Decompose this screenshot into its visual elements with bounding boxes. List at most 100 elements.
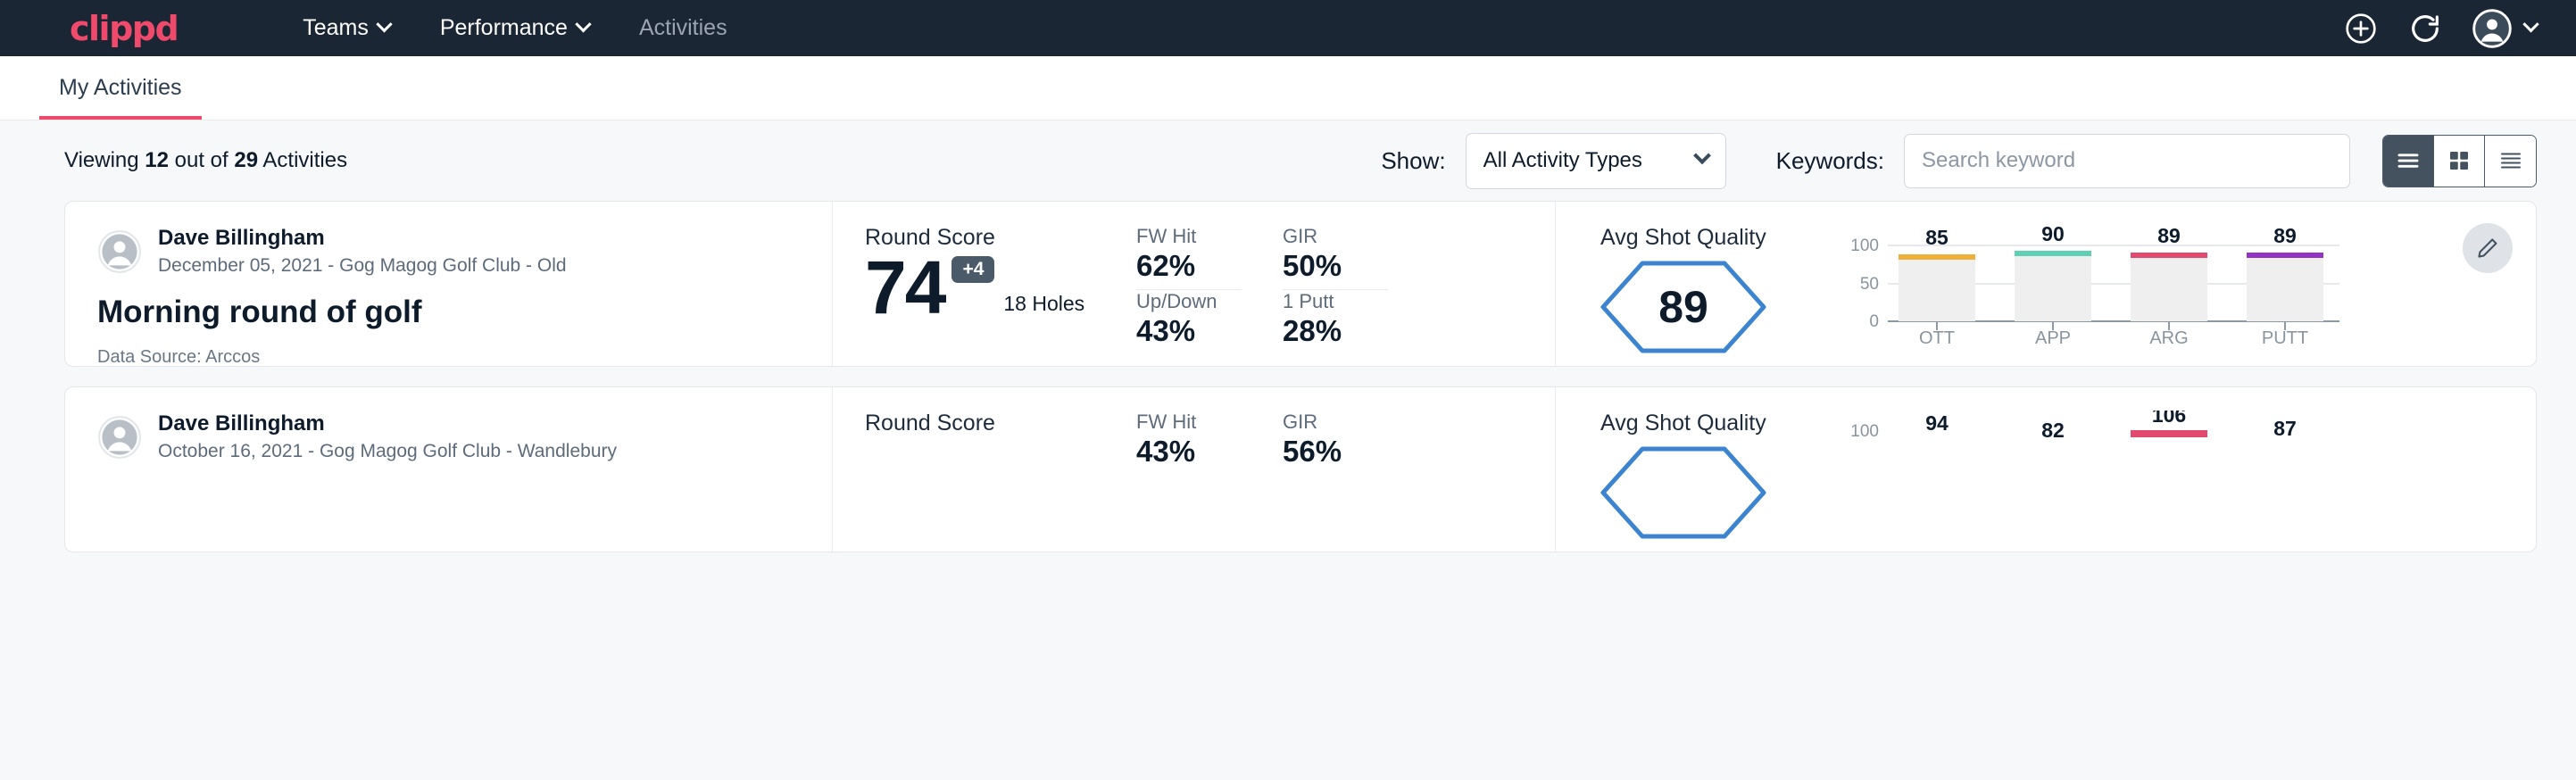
stat-fw-hit: FW Hit 62% [1136, 225, 1242, 290]
activity-title: Morning round of golf [97, 295, 832, 330]
round-score-block: Round Score [833, 387, 1136, 552]
pencil-icon [2475, 236, 2500, 261]
hexagon-gauge [1600, 444, 1824, 546]
avg-shot-quality-label: Avg Shot Quality [1600, 411, 1824, 436]
bar-value-ott: 85 [1925, 226, 1949, 249]
activity-stats-grid: FW Hit 43% GIR 56% [1136, 387, 1556, 552]
account-avatar[interactable] [2472, 8, 2537, 49]
viewing-total: 29 [234, 148, 258, 172]
tab-my-activities[interactable]: My Activities [39, 75, 202, 120]
shot-quality-bar-chart: 100 94 82 106 87 [1824, 411, 2536, 552]
bar-arg: 106 [2131, 411, 2207, 437]
bar-ott: 85 OTT [1899, 226, 1975, 345]
chevron-down-icon [376, 16, 392, 32]
activities-list: Dave Billingham December 05, 2021 - Gog … [0, 201, 2576, 552]
bar-arg: 89 ARG [2131, 225, 2207, 345]
activities-toolbar: Viewing 12 out of 29 Activities Show: Al… [0, 120, 2576, 201]
nav-item-performance-label: Performance [440, 15, 568, 41]
avg-shot-quality-value: 89 [1658, 282, 1708, 332]
viewing-count: 12 [145, 148, 169, 172]
bar-putt: 87 [2273, 417, 2297, 440]
toolbar-controls: Show: All Activity Types Keywords: [1381, 133, 2537, 189]
holes-played: 18 Holes [1003, 292, 1084, 324]
stat-label: Up/Down [1136, 290, 1242, 313]
add-icon[interactable] [2343, 11, 2379, 46]
round-score-label: Round Score [865, 411, 1136, 436]
stat-label: GIR [1283, 411, 1388, 434]
y-tick-50: 50 [1860, 275, 1879, 294]
viewing-prefix: Viewing [64, 148, 145, 172]
nav-item-teams-label: Teams [303, 15, 369, 41]
grid-view-button[interactable] [2434, 136, 2485, 187]
bar-app: 82 [2041, 419, 2065, 442]
bar-value-putt: 89 [2273, 225, 2297, 247]
activity-person: Dave Billingham December 05, 2021 - Gog … [97, 225, 832, 278]
nav-item-activities-label: Activities [639, 15, 727, 41]
search-input[interactable] [1904, 134, 2350, 188]
person-name: Dave Billingham [158, 411, 617, 437]
activity-meta: October 16, 2021 - Gog Magog Golf Club -… [158, 439, 617, 464]
activity-card[interactable]: Dave Billingham December 05, 2021 - Gog … [64, 201, 2537, 367]
refresh-icon[interactable] [2407, 11, 2443, 46]
round-score-value: 74 [865, 253, 944, 324]
tab-my-activities-label: My Activities [59, 75, 182, 100]
bar-value-ott: 94 [1925, 411, 1949, 435]
stat-label: GIR [1283, 225, 1388, 248]
y-tick-0: 0 [1869, 312, 1879, 331]
activity-summary: Dave Billingham December 05, 2021 - Gog … [65, 202, 833, 366]
activity-data-source: Data Source: Arccos [97, 347, 832, 368]
stat-value: 43% [1136, 314, 1242, 348]
bar-chart-svg: 100 50 0 85 OTT [1840, 225, 2348, 345]
chevron-down-icon [2522, 16, 2539, 32]
stat-label: FW Hit [1136, 225, 1242, 248]
bar-ott: 94 [1925, 411, 1949, 435]
detail-view-button[interactable] [2485, 136, 2536, 187]
stat-up-down: Up/Down 43% [1136, 290, 1242, 355]
bar-label-arg: ARG [2149, 328, 2188, 345]
bar-label-ott: OTT [1919, 328, 1955, 345]
bar-value-app: 82 [2041, 419, 2065, 442]
top-navbar: clippd Teams Performance Activities [0, 0, 2576, 56]
person-name: Dave Billingham [158, 225, 567, 252]
nav-item-teams[interactable]: Teams [278, 15, 415, 41]
stat-fw-hit: FW Hit 43% [1136, 411, 1242, 476]
bar-app: 90 APP [2015, 225, 2091, 345]
viewing-count-text: Viewing 12 out of 29 Activities [64, 148, 347, 173]
clippd-logo[interactable]: clippd [70, 12, 178, 46]
avg-shot-quality-hex: Avg Shot Quality [1600, 411, 1824, 552]
tab-bar: My Activities [0, 56, 2576, 120]
show-label: Show: [1381, 147, 1445, 175]
bar-putt: 89 PUTT [2247, 225, 2323, 345]
avatar [97, 229, 142, 274]
activity-card[interactable]: Dave Billingham October 16, 2021 - Gog M… [64, 386, 2537, 552]
viewing-suffix: Activities [258, 148, 347, 172]
round-score-row: 74 +4 18 Holes [865, 253, 1136, 324]
avg-shot-quality-hex: Avg Shot Quality 89 [1600, 225, 1824, 366]
shot-quality-bar-chart: 100 50 0 85 OTT [1824, 225, 2536, 366]
bar-value-app: 90 [2041, 225, 2065, 245]
activity-type-select-value: All Activity Types [1483, 148, 1642, 173]
stat-label: FW Hit [1136, 411, 1242, 434]
activity-summary: Dave Billingham October 16, 2021 - Gog M… [65, 387, 833, 552]
bar-value-putt: 87 [2273, 417, 2297, 440]
nav-item-performance[interactable]: Performance [415, 15, 614, 41]
score-to-par-badge: +4 [951, 256, 994, 283]
avg-shot-quality-label: Avg Shot Quality [1600, 225, 1824, 251]
viewing-middle: out of [169, 148, 234, 172]
round-score-block: Round Score 74 +4 18 Holes [833, 202, 1136, 366]
bar-value-arg: 89 [2157, 225, 2181, 247]
activity-meta: December 05, 2021 - Gog Magog Golf Club … [158, 253, 567, 278]
stat-gir: GIR 56% [1283, 411, 1388, 476]
activity-type-select[interactable]: All Activity Types [1466, 133, 1726, 189]
primary-nav: Teams Performance Activities [278, 15, 752, 41]
stat-value: 56% [1283, 435, 1388, 469]
edit-activity-button[interactable] [2463, 223, 2513, 273]
view-mode-toggle [2382, 135, 2537, 187]
list-view-button[interactable] [2383, 136, 2434, 187]
nav-item-activities[interactable]: Activities [614, 15, 752, 41]
activity-stats-grid: FW Hit 62% GIR 50% Up/Down 43% 1 Putt 28… [1136, 202, 1556, 366]
bar-label-putt: PUTT [2262, 328, 2308, 345]
stat-one-putt: 1 Putt 28% [1283, 290, 1388, 355]
stat-value: 28% [1283, 314, 1388, 348]
stat-value: 50% [1283, 249, 1388, 283]
